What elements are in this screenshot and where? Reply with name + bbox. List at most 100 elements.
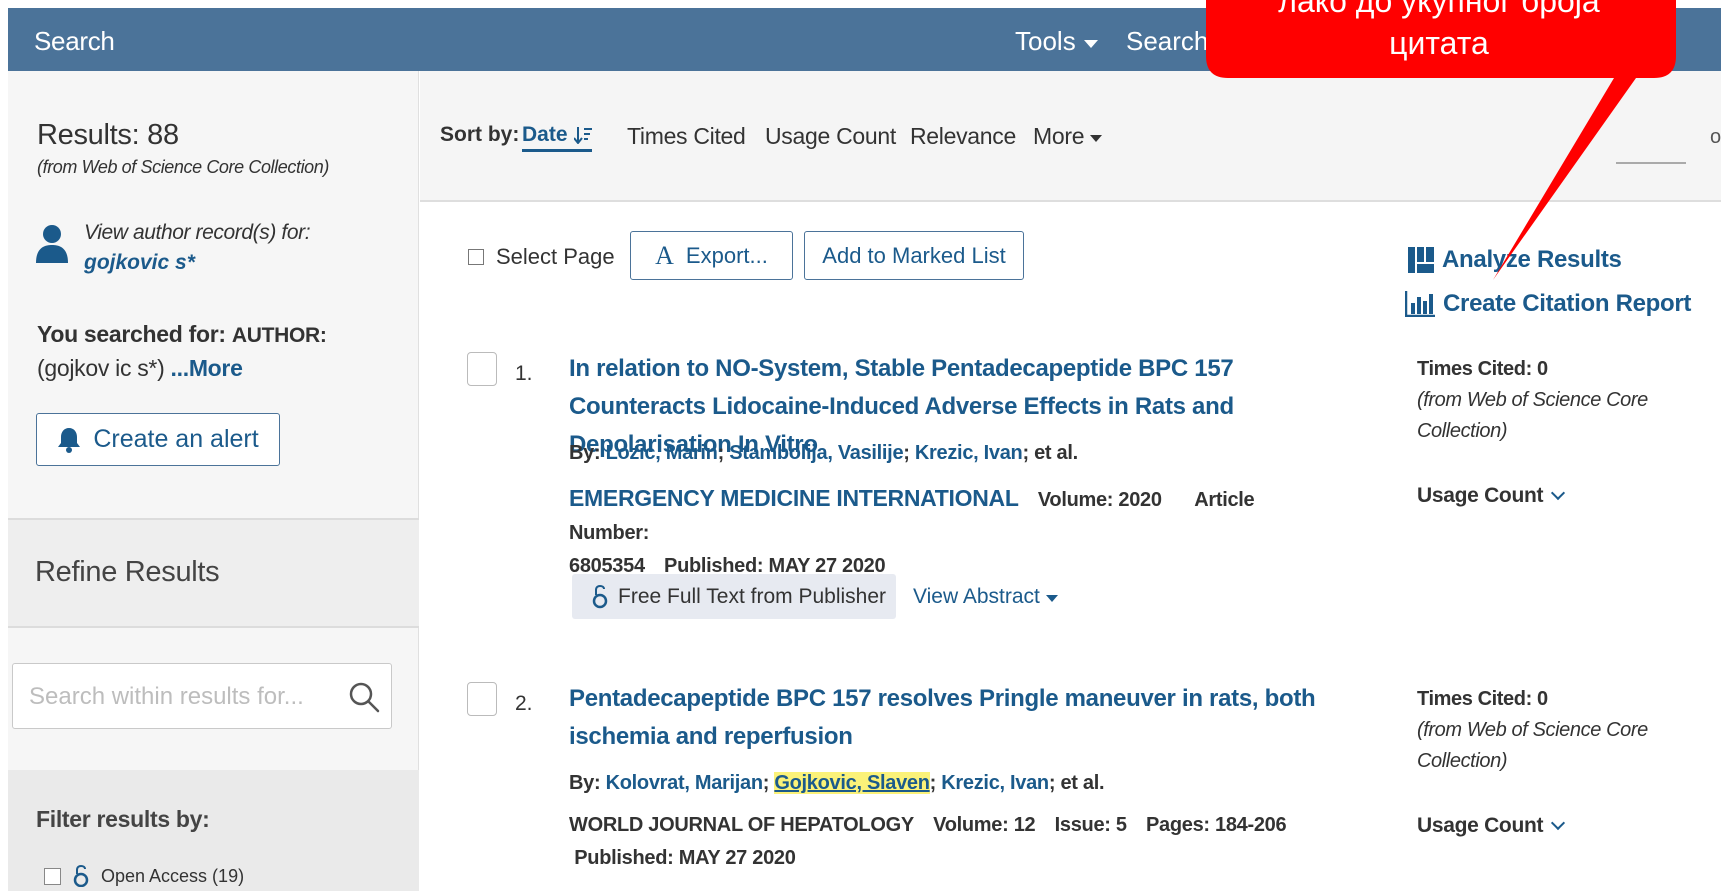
volume: Volume: 2020 <box>1037 489 1162 511</box>
times-cited-source: (from Web of Science Core Collection) <box>1417 389 1648 442</box>
export-a-icon: A <box>655 240 674 270</box>
searched-label: You searched for: <box>37 321 226 347</box>
sort-more-label: More <box>1033 123 1085 149</box>
sort-descending-icon <box>573 127 592 144</box>
analyze-grid-icon <box>1408 247 1434 273</box>
et-al: ; et al. <box>1048 772 1105 794</box>
record-title-link[interactable]: Pentadecapeptide BPC 157 resolves Pringl… <box>569 680 1369 756</box>
page-number-input[interactable] <box>1616 162 1686 164</box>
times-cited-source: (from Web of Science Core Collection) <box>1417 719 1648 772</box>
usage-count-label: Usage Count <box>1417 814 1544 837</box>
chevron-down-icon <box>1551 815 1566 831</box>
results-source: (from Web of Science Core Collection) <box>37 157 329 177</box>
view-abstract-toggle[interactable]: View Abstract <box>913 585 1058 609</box>
tools-menu[interactable]: Tools <box>1015 26 1098 57</box>
times-cited-block: Times Cited: 0 (from Web of Science Core… <box>1417 354 1677 447</box>
search-within-box <box>12 663 392 729</box>
select-page-control[interactable]: Select Page <box>468 244 615 270</box>
record-authors: By: Lozic, Marin; Stambolija, Vasilije; … <box>569 442 1078 464</box>
sort-more-menu[interactable]: More <box>1033 123 1103 150</box>
create-citation-report-link[interactable]: Create Citation Report <box>1405 290 1691 318</box>
refine-section: Refine Results <box>8 518 419 628</box>
by-label: By: <box>569 772 601 794</box>
journal-name: WORLD JOURNAL OF HEPATOLOGY <box>569 814 914 836</box>
issue: Issue: 5 <box>1054 814 1127 836</box>
usage-count-toggle[interactable]: Usage Count <box>1417 814 1566 838</box>
pagination: of 9 <box>1616 126 1721 164</box>
analyze-results-label: Analyze Results <box>1442 246 1622 273</box>
volume: Volume: 12 <box>933 814 1036 836</box>
record-source: WORLD JOURNAL OF HEPATOLOGY Volume: 12 I… <box>569 809 1309 875</box>
author-link[interactable]: Stambolija, Vasilije <box>729 442 903 464</box>
caret-down-icon <box>1090 134 1103 142</box>
select-page-label: Select Page <box>496 244 615 269</box>
search-within-input[interactable] <box>29 682 329 712</box>
pagination-of-label: of <box>1710 126 1721 148</box>
record-number: 2. <box>515 692 533 715</box>
caret-down-icon <box>1045 595 1058 602</box>
callout-line-1: лако до укупног броја <box>1278 0 1600 19</box>
author-record-prompt: View author record(s) for: <box>84 221 311 244</box>
search-icon[interactable] <box>347 680 381 714</box>
filter-title: Filter results by: <box>36 806 210 832</box>
record-source: EMERGENCY MEDICINE INTERNATIONAL Volume:… <box>569 482 1309 583</box>
author-record-link[interactable]: gojkovic s* <box>84 251 195 275</box>
times-cited-block: Times Cited: 0 (from Web of Science Core… <box>1417 684 1677 777</box>
free-full-text-label: Free Full Text from Publisher <box>618 584 887 608</box>
search-tab-link[interactable]: Search <box>34 26 115 57</box>
sort-bar: Sort by: Date Times Cited Usage Count Re… <box>420 71 1721 202</box>
usage-count-toggle[interactable]: Usage Count <box>1417 484 1566 508</box>
callout-line-2: цитата <box>1389 25 1489 61</box>
record-checkbox[interactable] <box>467 682 497 716</box>
author-link[interactable]: Lozic, Marin <box>606 442 718 464</box>
sidebar: Results: 88 (from Web of Science Core Co… <box>8 71 419 891</box>
journal-link[interactable]: EMERGENCY MEDICINE INTERNATIONAL <box>569 485 1019 511</box>
tools-label: Tools <box>1015 26 1076 56</box>
searched-more-link[interactable]: ...More <box>171 355 243 381</box>
open-access-checkbox[interactable] <box>44 867 61 885</box>
et-al: ; et al. <box>1022 442 1078 464</box>
page: Search Tools Searches Results: 88 (from … <box>0 0 1721 891</box>
pages: Pages: 184-206 <box>1145 814 1287 836</box>
times-cited: Times Cited: 0 <box>1417 358 1548 380</box>
bar-chart-icon <box>1405 291 1435 317</box>
author-link-highlighted[interactable]: Gojkovic, Slaven <box>774 772 930 794</box>
export-label: Export... <box>685 242 768 268</box>
filter-section: Filter results by: Open Access (19) <box>8 770 419 891</box>
times-cited: Times Cited: 0 <box>1417 688 1548 710</box>
analyze-results-link[interactable]: Analyze Results <box>1408 246 1622 274</box>
author-link[interactable]: Kolovrat, Marijan <box>606 772 763 794</box>
export-button[interactable]: A Export... <box>630 231 793 280</box>
open-access-filter[interactable]: Open Access (19) <box>44 865 244 887</box>
sort-date-label: Date <box>522 123 568 146</box>
sort-by-label: Sort by: <box>440 123 520 146</box>
select-page-checkbox[interactable] <box>468 249 484 265</box>
open-access-lock-icon <box>592 584 608 608</box>
sort-times-cited-option[interactable]: Times Cited <box>627 123 746 150</box>
record-checkbox[interactable] <box>467 352 497 386</box>
sort-date-option[interactable]: Date <box>522 123 592 152</box>
searched-query: (gojkov ic s*) <box>37 355 165 381</box>
by-label: By: <box>569 442 601 464</box>
free-full-text-button[interactable]: Free Full Text from Publisher <box>572 574 896 619</box>
view-abstract-label: View Abstract <box>913 585 1040 608</box>
callout-text: лако до укупног броја цитата <box>1206 0 1672 64</box>
searched-field: AUTHOR: <box>231 324 327 347</box>
chevron-down-icon <box>1551 485 1566 501</box>
search-summary: You searched for: AUTHOR: (gojkov ic s*)… <box>37 318 397 385</box>
sort-relevance-option[interactable]: Relevance <box>910 123 1016 150</box>
create-alert-button[interactable]: Create an alert <box>36 413 280 466</box>
record-authors: By: Kolovrat, Marijan; Gojkovic, Slaven;… <box>569 772 1105 794</box>
bell-icon <box>58 427 81 453</box>
open-access-label: Open Access (19) <box>101 865 245 886</box>
author-link[interactable]: Krezic, Ivan <box>941 772 1049 794</box>
refine-title: Refine Results <box>35 556 220 588</box>
sort-usage-count-option[interactable]: Usage Count <box>765 123 896 150</box>
open-access-lock-icon <box>73 865 89 887</box>
create-citation-report-label: Create Citation Report <box>1443 290 1692 317</box>
record-number: 1. <box>515 362 533 385</box>
caret-down-icon <box>1083 39 1098 48</box>
results-count: Results: 88 <box>37 119 179 151</box>
author-link[interactable]: Krezic, Ivan <box>915 442 1023 464</box>
add-to-marked-list-button[interactable]: Add to Marked List <box>804 231 1024 280</box>
